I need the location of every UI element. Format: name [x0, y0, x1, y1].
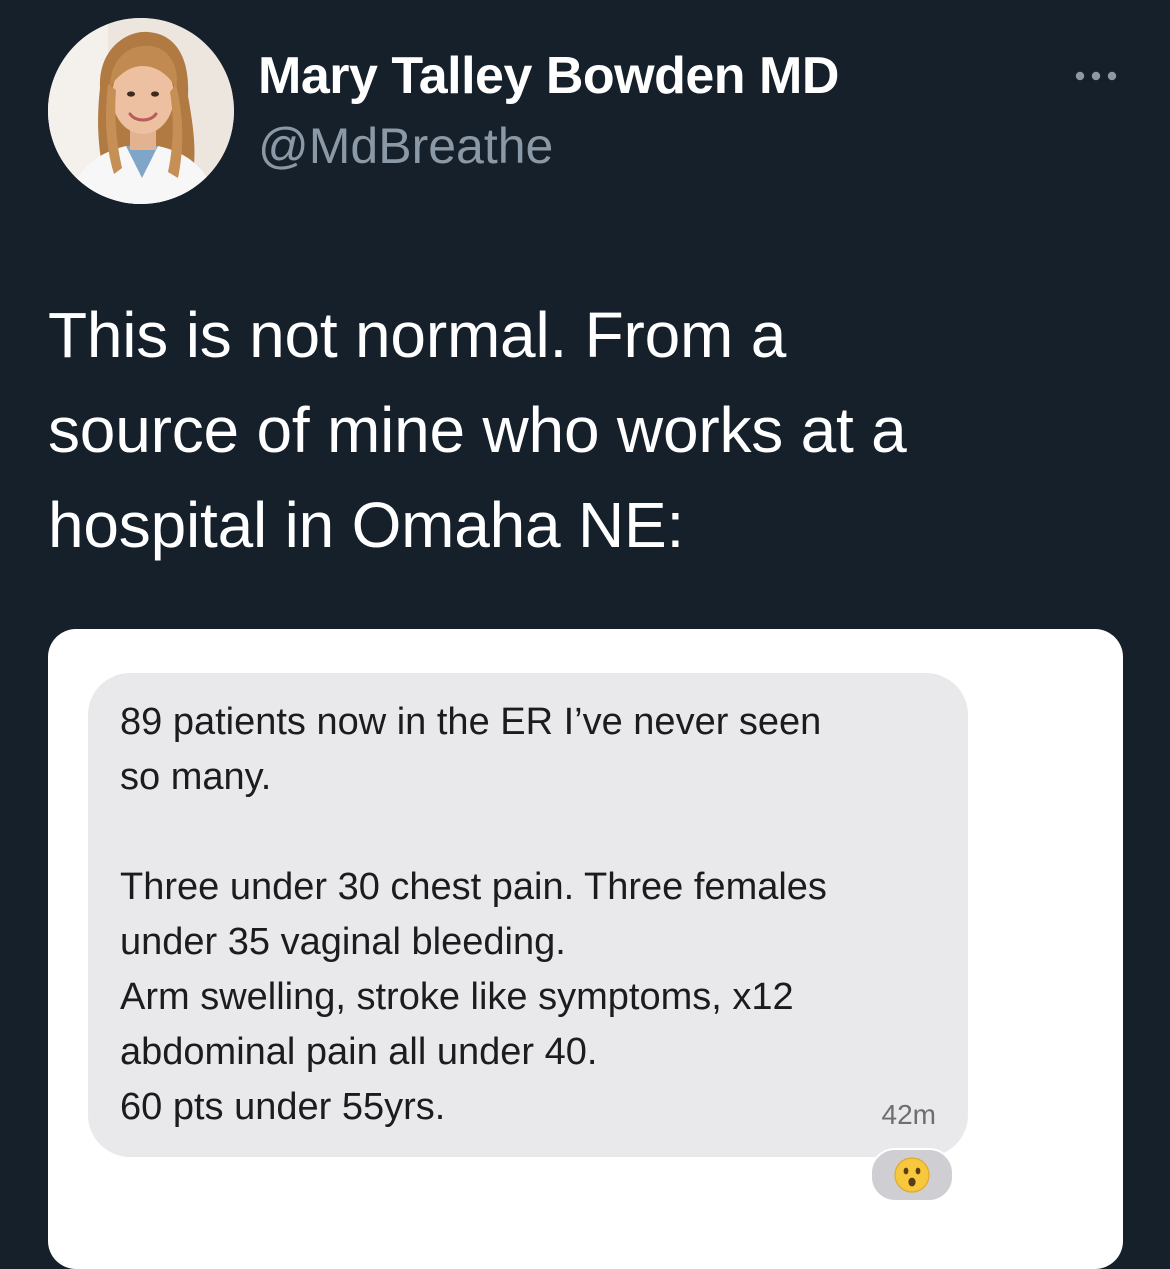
surprised-face-emoji-icon — [894, 1157, 930, 1193]
tweet: Mary Talley Bowden MD @MdBreathe This is… — [0, 0, 1170, 1269]
tweet-media-image[interactable]: 89 patients now in the ER I’ve never see… — [48, 629, 1123, 1269]
more-horizontal-icon — [1075, 71, 1117, 81]
message-timestamp: 42m — [881, 1099, 936, 1130]
display-name[interactable]: Mary Talley Bowden MD — [258, 46, 839, 106]
profile-photo-icon — [48, 18, 234, 204]
avatar[interactable] — [48, 18, 234, 204]
tweet-text: This is not normal. From a source of min… — [48, 299, 907, 561]
more-button[interactable] — [1068, 58, 1124, 94]
message-bubble: 89 patients now in the ER I’ve never see… — [88, 673, 968, 1157]
user-handle[interactable]: @MdBreathe — [258, 117, 553, 175]
message-text: 89 patients now in the ER I’ve never see… — [120, 701, 827, 1128]
reaction-badge — [870, 1148, 954, 1202]
